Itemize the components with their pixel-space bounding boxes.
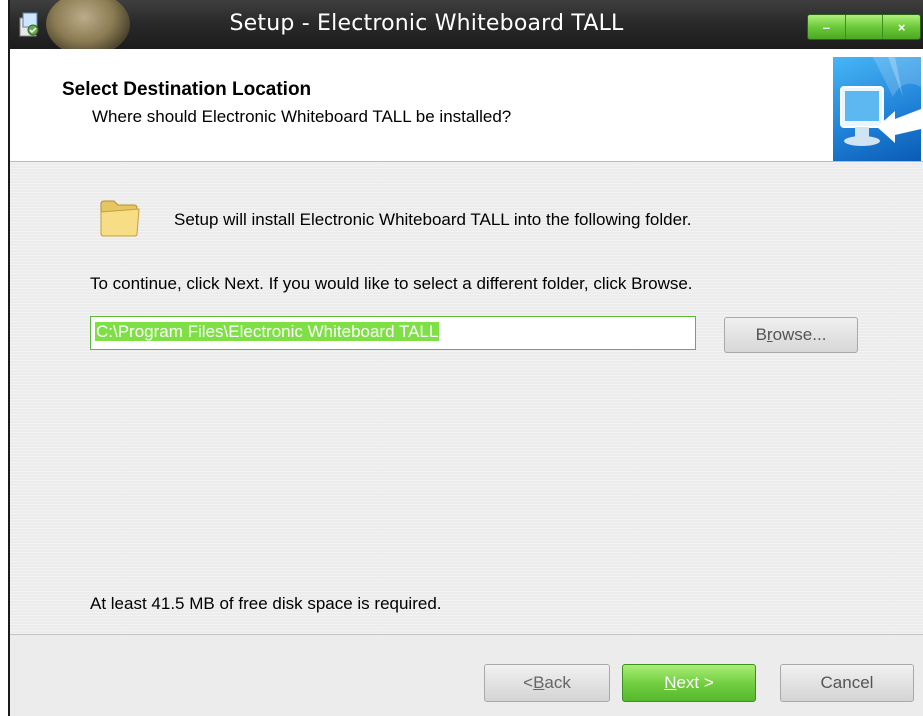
- back-button[interactable]: < Back: [484, 664, 610, 702]
- disk-space-requirement: At least 41.5 MB of free disk space is r…: [90, 594, 442, 613]
- destination-path-input[interactable]: C:\Program Files\Electronic Whiteboard T…: [90, 316, 696, 350]
- page-subtitle: Where should Electronic Whiteboard TALL …: [92, 107, 512, 126]
- browse-button[interactable]: Br owse...: [724, 317, 858, 353]
- maximize-button[interactable]: [846, 15, 884, 39]
- next-button[interactable]: Next >: [622, 664, 756, 702]
- back-label-end: ack: [544, 673, 571, 692]
- window-title: Setup - Electronic Whiteboard TALL: [229, 11, 624, 36]
- browse-label-end: owse...: [772, 325, 827, 344]
- destination-path-value: C:\Program Files\Electronic Whiteboard T…: [95, 322, 440, 341]
- page-title: Select Destination Location: [62, 79, 312, 100]
- computer-monitor-arrow-icon: [833, 57, 921, 161]
- continue-instructions: To continue, click Next. If you would li…: [90, 274, 693, 293]
- window-controls: – ×: [807, 14, 921, 40]
- close-button[interactable]: ×: [883, 15, 920, 39]
- back-access-key: B: [533, 673, 545, 692]
- minimize-button[interactable]: –: [808, 15, 846, 39]
- title-bar[interactable]: Setup - Electronic Whiteboard TALL – ×: [10, 0, 923, 56]
- wizard-footer: < Back Next > Cancel: [10, 634, 923, 716]
- browse-label-start: B: [755, 325, 767, 344]
- cancel-button[interactable]: Cancel: [780, 664, 914, 702]
- folder-icon: [100, 200, 140, 237]
- wizard-body: Setup will install Electronic Whiteboard…: [10, 162, 923, 634]
- install-intro-text: Setup will install Electronic Whiteboard…: [174, 210, 692, 229]
- back-label-start: <: [523, 673, 534, 692]
- setup-window: Setup - Electronic Whiteboard TALL – × S…: [8, 0, 923, 716]
- wizard-header: Select Destination Location Where should…: [10, 49, 923, 162]
- next-access-key: N: [664, 673, 677, 692]
- next-label-end: ext >: [676, 673, 714, 692]
